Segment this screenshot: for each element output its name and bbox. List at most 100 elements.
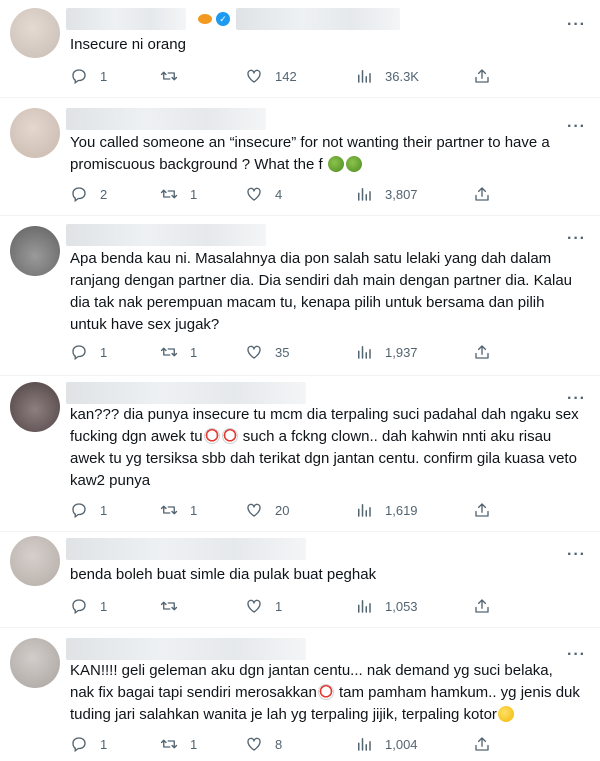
author-name-redacted [66,108,266,130]
views-button[interactable]: 1,937 [355,342,418,362]
retweet-button[interactable] [160,596,190,616]
retweet-button[interactable]: 1 [160,342,197,362]
more-icon[interactable]: ··· [567,391,586,407]
like-button[interactable]: 142 [245,66,297,86]
reply-button[interactable]: 1 [70,734,107,754]
reply-text-body: You called someone an “insecure” for not… [70,134,550,173]
heart-icon [245,343,263,361]
avatar[interactable] [10,226,60,276]
like-button[interactable]: 8 [245,734,282,754]
reply-text: benda boleh buat simle dia pulak buat pe… [70,566,377,583]
retweet-button[interactable] [160,66,190,86]
more-icon[interactable]: ··· [567,17,586,33]
heart-icon [245,185,263,203]
views-button[interactable]: 3,807 [355,184,418,204]
like-count: 20 [275,502,290,518]
share-button[interactable] [473,596,503,616]
like-count: 4 [275,186,283,202]
heart-icon [245,597,263,615]
like-button[interactable]: 20 [245,500,289,520]
reply-button[interactable]: 1 [70,342,107,362]
retweet-count: 1 [190,736,198,752]
retweet-button[interactable]: 1 [160,500,197,520]
author-name-redacted [66,8,186,30]
views-icon [355,67,373,85]
reply-button[interactable]: 1 [70,596,107,616]
like-button[interactable]: 1 [245,596,282,616]
author-name-redacted [66,382,306,404]
views-button[interactable]: 1,619 [355,500,418,520]
reply-count: 2 [100,186,108,202]
retweet-count: 1 [190,502,198,518]
vomiting-face-emoji-icon [345,156,362,172]
action-bar: 1 1 20 1,619 [70,500,500,520]
avatar[interactable] [10,638,60,688]
like-count: 1 [275,598,283,614]
more-icon[interactable]: ··· [567,647,586,663]
reply-icon [70,501,88,519]
rolling-eyes-emoji-icon [497,706,514,722]
reply-text: Insecure ni orang [70,36,186,53]
reply-text: Apa benda kau ni. Masalahnya dia pon sal… [70,250,573,333]
retweet-icon [160,735,178,753]
view-count: 1,619 [385,502,418,518]
reply-text: kan??? dia punya insecure tu mcm dia ter… [70,404,580,492]
retweet-icon [160,185,178,203]
reply-tweet[interactable]: ··· Apa benda kau ni. Masalahnya dia pon… [0,216,600,376]
share-button[interactable] [473,500,503,520]
reply-tweet[interactable]: ✓ ··· Insecure ni orang 1 142 36.3K [0,0,600,98]
avatar[interactable] [10,108,60,158]
reply-icon [70,597,88,615]
reply-tweet[interactable]: ··· KAN!!!! geli geleman aku dgn jantan … [0,628,600,761]
like-button[interactable]: 35 [245,342,289,362]
reply-tweet[interactable]: ··· benda boleh buat simle dia pulak bua… [0,532,600,628]
reply-button[interactable]: 1 [70,66,107,86]
author-name-redacted [66,224,266,246]
more-icon[interactable]: ··· [567,231,586,247]
action-bar: 2 1 4 3,807 [70,184,500,204]
author-name-redacted [66,538,306,560]
avatar[interactable] [10,8,60,58]
reply-button[interactable]: 1 [70,500,107,520]
handle-redacted [236,8,400,30]
share-button[interactable] [473,734,503,754]
share-icon [473,67,491,85]
like-button[interactable]: 4 [245,184,282,204]
retweet-icon [160,67,178,85]
reply-text: You called someone an “insecure” for not… [70,132,580,176]
avatar[interactable] [10,382,60,432]
more-icon[interactable]: ··· [567,119,586,135]
reply-tweet[interactable]: ··· You called someone an “insecure” for… [0,98,600,216]
retweet-count: 1 [190,186,198,202]
reply-count: 1 [100,344,108,360]
views-icon [355,343,373,361]
share-icon [473,735,491,753]
like-count: 35 [275,344,290,360]
views-icon [355,597,373,615]
views-icon [355,185,373,203]
heart-icon [245,501,263,519]
retweet-icon [160,343,178,361]
views-button[interactable]: 1,053 [355,596,418,616]
views-button[interactable]: 1,004 [355,734,418,754]
share-button[interactable] [473,66,503,86]
reply-button[interactable]: 2 [70,184,107,204]
share-button[interactable] [473,342,503,362]
reply-icon [70,185,88,203]
action-bar: 1 1 8 1,004 [70,734,500,754]
action-bar: 1 1 1,053 [70,596,500,616]
avatar[interactable] [10,536,60,586]
retweet-button[interactable]: 1 [160,184,197,204]
retweet-button[interactable]: 1 [160,734,197,754]
share-button[interactable] [473,184,503,204]
more-icon[interactable]: ··· [567,547,586,563]
reply-count: 1 [100,68,108,84]
affiliate-badge-icon [198,14,212,24]
verified-badge-icon: ✓ [216,12,230,26]
author-name-redacted [66,638,306,660]
clown-emoji-icon [203,428,220,444]
reply-tweet[interactable]: ··· kan??? dia punya insecure tu mcm dia… [0,376,600,532]
heart-icon [245,67,263,85]
retweet-icon [160,597,178,615]
views-button[interactable]: 36.3K [355,66,419,86]
